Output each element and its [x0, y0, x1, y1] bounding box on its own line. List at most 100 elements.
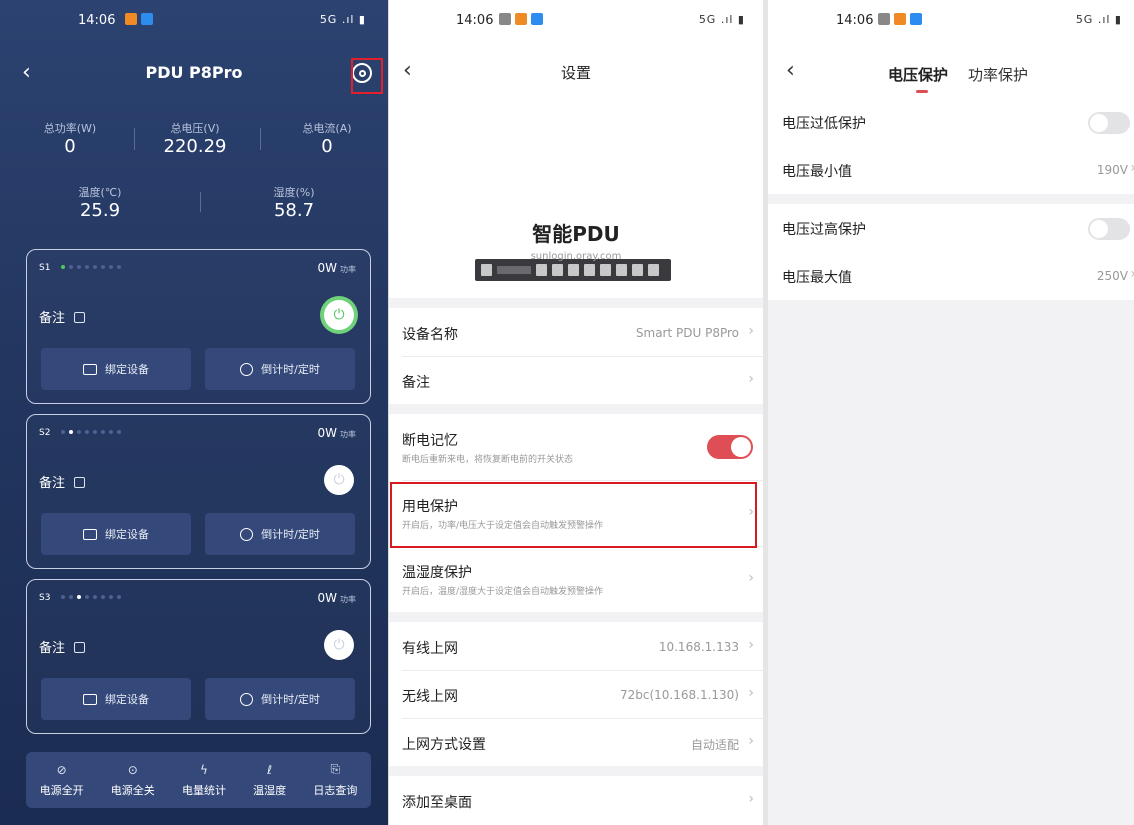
socket-card-s2: S2 0W 功率 备注 ⏻ 绑定设备 倒计时/定时	[26, 414, 371, 569]
stat-label: 总功率(W)	[43, 122, 97, 135]
timer-button[interactable]: 倒计时/定时	[205, 513, 355, 555]
signal-icons: 5G .ıl ▮	[319, 13, 366, 26]
edit-icon[interactable]	[74, 642, 86, 653]
socket-dots	[61, 595, 121, 599]
tab-voltage-protection[interactable]: 电压保护	[888, 64, 948, 85]
divider	[200, 192, 201, 212]
add-to-desktop-row[interactable]: 添加至桌面 ›	[389, 776, 763, 824]
energy-stats-button[interactable]: ϟ 电量统计	[182, 763, 226, 798]
low-voltage-protection-row: 电压过低保护	[768, 98, 1134, 146]
stat-total-current: 总电流(A) 0	[292, 120, 362, 157]
row-label: 电压过低保护	[782, 116, 866, 132]
log-query-button[interactable]: ⎘ 日志查询	[313, 762, 357, 798]
device-info-card: 智能PDU sunlogin.oray.com	[389, 98, 763, 298]
chevron-right-icon: ›	[748, 733, 754, 749]
edit-icon[interactable]	[74, 312, 86, 323]
back-button[interactable]: ‹	[786, 58, 795, 83]
chevron-right-icon: ›	[748, 637, 754, 653]
status-bar: 14:06 5G .ıl ▮	[389, 0, 763, 44]
timer-button[interactable]: 倒计时/定时	[205, 678, 355, 720]
tab-power-protection[interactable]: 功率保护	[968, 64, 1028, 85]
row-label: 电压最大值	[782, 270, 852, 286]
socket-card-s1: S1 0W 功率 备注 ⏻ 绑定设备 倒计时/定时	[26, 249, 371, 404]
monitor-icon	[83, 363, 97, 375]
timer-label: 倒计时/定时	[261, 528, 320, 541]
stat-temperature: 温度(℃) 25.9	[70, 184, 130, 221]
power-all-off-icon: ⊙	[127, 762, 138, 777]
stat-value: 0	[321, 136, 333, 157]
power-toggle-button[interactable]: ⏻	[324, 465, 354, 495]
power-all-on-icon: ⊘	[56, 762, 67, 777]
timer-button[interactable]: 倒计时/定时	[205, 348, 355, 390]
settings-section-basic: 设备名称 Smart PDU P8Pro › 备注 ›	[389, 308, 763, 404]
stat-total-voltage: 总电压(V) 220.29	[150, 120, 240, 157]
monitor-icon	[83, 693, 97, 705]
page-title: 设置	[560, 64, 591, 82]
network-mode-row[interactable]: 上网方式设置 自动适配 ›	[389, 718, 763, 766]
note-row[interactable]: 备注	[39, 307, 86, 326]
row-label: 有线上网	[402, 641, 458, 657]
power-value: 0W	[317, 261, 338, 275]
bind-device-label: 绑定设备	[105, 693, 149, 706]
notification-icons	[495, 13, 543, 28]
pdu-dashboard-screen: 14:06 5G .ıl ▮ ‹ PDU P8Pro 总功率(W) 0 总电压(…	[0, 0, 388, 825]
socket-id: S1	[39, 263, 51, 273]
high-voltage-toggle[interactable]	[1088, 218, 1130, 240]
socket-power: 0W 功率	[318, 426, 357, 440]
device-name-row[interactable]: 设备名称 Smart PDU P8Pro ›	[389, 308, 763, 356]
bind-device-button[interactable]: 绑定设备	[41, 513, 191, 555]
power-all-off-button[interactable]: ⊙ 电源全关	[111, 763, 155, 798]
power-toggle-button[interactable]: ⏻	[324, 630, 354, 660]
stat-value: 0	[64, 136, 76, 157]
socket-dots	[61, 430, 121, 434]
row-value: 250V	[1096, 269, 1128, 283]
low-voltage-toggle[interactable]	[1088, 112, 1130, 134]
nav-label: 电源全开	[39, 783, 84, 797]
row-label: 电压最小值	[782, 164, 852, 180]
temp-humidity-button[interactable]: ℓ 温湿度	[253, 763, 286, 798]
stat-value: 25.9	[79, 200, 121, 221]
thermometer-icon: ℓ	[267, 762, 273, 777]
max-voltage-row[interactable]: 电压最大值 250V ›	[768, 252, 1134, 300]
row-value: 190V	[1096, 163, 1128, 177]
temp-humidity-protection-row[interactable]: 温湿度保护 开启后，温度/湿度大于设定值会自动触发预警操作 ›	[389, 546, 763, 612]
status-bar: 14:06 5G .ıl ▮	[768, 0, 1134, 44]
power-value: 0W	[317, 591, 338, 605]
monitor-icon	[83, 528, 97, 540]
row-label: 备注	[402, 375, 430, 391]
row-label: 断电记忆	[402, 433, 458, 449]
note-row[interactable]: 备注	[39, 472, 86, 491]
bind-device-button[interactable]: 绑定设备	[41, 678, 191, 720]
power-all-on-button[interactable]: ⊘ 电源全开	[40, 763, 84, 798]
row-label: 设备名称	[402, 327, 458, 343]
socket-id: S3	[39, 593, 51, 603]
device-name-title: 智能PDU	[532, 222, 620, 246]
power-toggle-button[interactable]: ⏻	[324, 300, 354, 330]
device-url: sunlogin.oray.com	[530, 251, 622, 262]
note-row[interactable]: 备注 ›	[389, 356, 763, 404]
timer-label: 倒计时/定时	[261, 363, 320, 376]
wired-network-row[interactable]: 有线上网 10.168.1.133 ›	[389, 622, 763, 670]
edit-icon[interactable]	[74, 477, 86, 488]
note-row[interactable]: 备注	[39, 637, 86, 656]
wireless-network-row[interactable]: 无线上网 72bc(10.168.1.130) ›	[389, 670, 763, 718]
power-icon: ⏻	[333, 637, 345, 653]
power-memory-toggle[interactable]	[707, 435, 753, 459]
stat-label: 总电压(V)	[170, 122, 220, 135]
min-voltage-row[interactable]: 电压最小值 190V ›	[768, 146, 1134, 194]
status-time: 14:06	[836, 13, 874, 28]
power-unit: 功率	[340, 430, 356, 439]
nav-label: 日志查询	[313, 784, 358, 797]
row-value: Smart PDU P8Pro	[635, 326, 739, 340]
stat-label: 温度(℃)	[78, 186, 122, 199]
bind-device-button[interactable]: 绑定设备	[41, 348, 191, 390]
row-subtitle: 断电后重新来电，将恢复断电前的开关状态	[402, 455, 574, 465]
row-label: 添加至桌面	[402, 795, 472, 811]
power-protection-highlight-box	[390, 482, 757, 548]
row-value: 10.168.1.133	[658, 640, 739, 654]
settings-section-network: 有线上网 10.168.1.133 › 无线上网 72bc(10.168.1.1…	[389, 622, 763, 766]
row-value: 自动适配	[690, 738, 739, 752]
lightning-icon: ϟ	[200, 762, 208, 777]
socket-id: S2	[39, 428, 51, 438]
timer-label: 倒计时/定时	[261, 693, 320, 706]
